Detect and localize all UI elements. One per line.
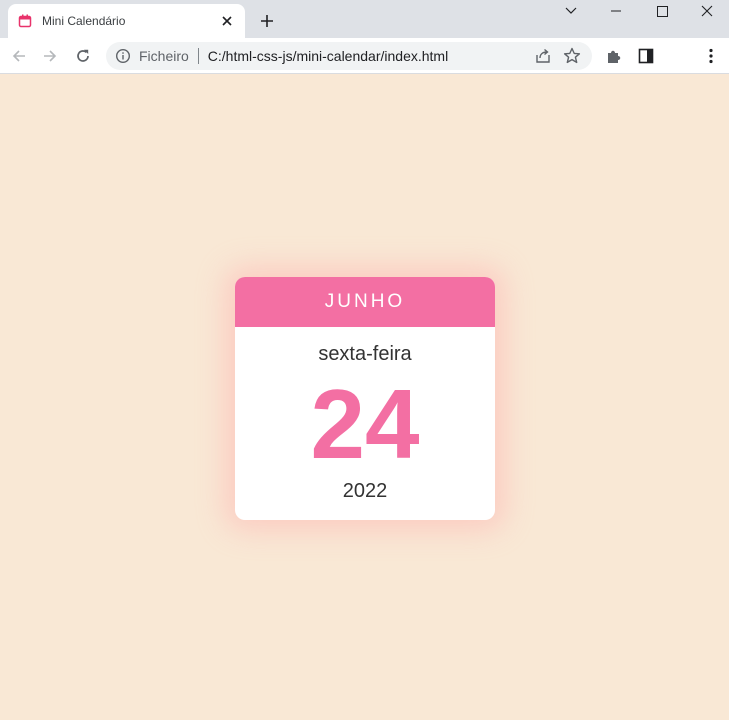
security-label: Ficheiro [139,48,189,64]
star-icon[interactable] [562,46,582,66]
close-icon[interactable] [685,0,729,22]
back-icon[interactable] [7,44,31,68]
share-icon[interactable] [534,47,552,65]
more-icon[interactable] [701,46,721,66]
minimize-icon[interactable] [593,0,639,22]
calendar-icon [18,14,32,28]
url-text[interactable]: C:/html-css-js/mini-calendar/index.html [208,48,448,64]
calendar-weekday: sexta-feira [318,343,412,365]
close-tab-icon[interactable] [219,13,235,29]
calendar-year: 2022 [342,480,388,502]
mini-calendar: JUNHO sexta-feira 24 2022 [235,277,495,520]
tab-strip: Mini Calendário [0,0,729,38]
puzzle-icon[interactable] [604,46,624,66]
side-panel-icon[interactable] [636,46,656,66]
tab-title: Mini Calendário [42,14,126,28]
calendar-day: 24 [310,369,420,479]
new-tab-button[interactable] [255,9,279,33]
reload-icon[interactable] [71,44,95,68]
address-bar[interactable]: Ficheiro C:/html-css-js/mini-calendar/in… [106,42,592,70]
browser-tab[interactable]: Mini Calendário [8,4,245,38]
browser-toolbar: Ficheiro C:/html-css-js/mini-calendar/in… [0,38,729,74]
forward-icon[interactable] [38,44,62,68]
address-divider [197,48,199,64]
page-viewport: JUNHO sexta-feira 24 2022 [0,74,729,720]
chevron-down-icon[interactable] [548,0,594,22]
calendar-month: JUNHO [235,277,495,327]
maximize-icon[interactable] [639,0,685,22]
info-icon[interactable] [115,48,131,64]
